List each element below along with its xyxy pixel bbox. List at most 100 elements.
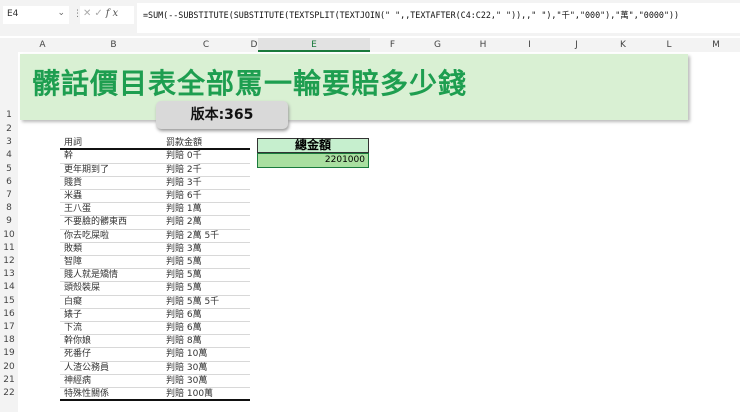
column-header-C[interactable]: C: [162, 38, 250, 52]
row-header-9[interactable]: 9: [0, 216, 18, 226]
word-cell[interactable]: 神經病: [64, 375, 91, 388]
table-row: 賤貨 判賠 3千: [60, 177, 250, 190]
table-row: 婊子 判賠 6萬: [60, 309, 250, 322]
amount-cell[interactable]: 判賠 6萬: [166, 309, 202, 322]
row-header-4[interactable]: 4: [0, 150, 18, 160]
word-cell[interactable]: 白癡: [64, 296, 82, 309]
table-row: 不要臉的髒東西 判賠 2萬: [60, 216, 250, 230]
word-cell[interactable]: 死番仔: [64, 348, 91, 361]
table-row: 賤人就是矯情 判賠 5萬: [60, 269, 250, 283]
table-row: 更年期到了 判賠 2千: [60, 164, 250, 177]
table-row: 智障 判賠 5萬: [60, 256, 250, 270]
word-cell[interactable]: 你去吃屎啦: [64, 230, 109, 243]
row-header-15[interactable]: 15: [0, 296, 18, 306]
table-row: 死番仔 判賠 10萬: [60, 348, 250, 362]
amount-cell[interactable]: 判賠 5萬: [166, 282, 202, 295]
column-header-I[interactable]: I: [506, 38, 553, 52]
table-row: 你去吃屎啦 判賠 2萬 5千: [60, 230, 250, 243]
column-header-G[interactable]: G: [415, 38, 460, 52]
word-cell[interactable]: 特殊性關係: [64, 388, 109, 401]
row-header-12[interactable]: 12: [0, 256, 18, 266]
confirm-icon[interactable]: ✓: [94, 8, 105, 19]
row-header-13[interactable]: 13: [0, 269, 18, 279]
column-header-J[interactable]: J: [553, 38, 600, 52]
row-header-6[interactable]: 6: [0, 177, 18, 187]
amount-cell[interactable]: 判賠 2萬 5千: [166, 230, 219, 243]
column-header-D[interactable]: D: [250, 38, 258, 52]
table-row: 人渣公務員 判賠 30萬: [60, 362, 250, 375]
column-header-M[interactable]: M: [692, 38, 740, 52]
word-cell[interactable]: 米蟲: [64, 190, 82, 203]
word-cell[interactable]: 賤貨: [64, 177, 82, 190]
amount-cell[interactable]: 判賠 5萬: [166, 256, 202, 269]
row-header-8[interactable]: 8: [0, 203, 18, 213]
column-header-H[interactable]: H: [460, 38, 506, 52]
table-row: 王八蛋 判賠 1萬: [60, 203, 250, 217]
word-cell[interactable]: 幹你娘: [64, 335, 91, 348]
word-cell[interactable]: 智障: [64, 256, 82, 269]
row-header-16[interactable]: 16: [0, 309, 18, 319]
amount-cell[interactable]: 判賠 1萬: [166, 203, 202, 216]
row-header-11[interactable]: 11: [0, 243, 18, 253]
row-header-22[interactable]: 22: [0, 388, 18, 398]
amount-cell[interactable]: 判賠 2萬: [166, 216, 202, 229]
amount-cell[interactable]: 判賠 5萬 5千: [166, 296, 219, 309]
row-header-10[interactable]: 10: [0, 230, 18, 240]
table-row: 神經病 判賠 30萬: [60, 375, 250, 388]
page-title: 髒話價目表全部罵一輪要賠多少錢: [32, 67, 468, 100]
table-row: 白癡 判賠 5萬 5千: [60, 296, 250, 309]
row-header-3[interactable]: 3: [0, 137, 18, 147]
amount-cell[interactable]: 判賠 30萬: [166, 362, 207, 375]
amount-cell[interactable]: 判賠 8萬: [166, 335, 202, 348]
word-cell[interactable]: 下流: [64, 322, 82, 335]
amount-cell[interactable]: 判賠 100萬: [166, 388, 213, 401]
row-header-17[interactable]: 17: [0, 322, 18, 332]
amount-cell[interactable]: 判賠 2千: [166, 164, 202, 177]
word-cell[interactable]: 敗類: [64, 243, 82, 256]
total-value-cell[interactable]: 2201000: [257, 153, 369, 168]
row-header-21[interactable]: 21: [0, 375, 18, 385]
name-box[interactable]: E4 ⌄: [3, 6, 69, 24]
row-header-2[interactable]: 2: [0, 124, 18, 134]
row-header-18[interactable]: 18: [0, 335, 18, 345]
column-header-F[interactable]: F: [370, 38, 415, 52]
column-header-A[interactable]: A: [20, 38, 65, 52]
row-header-20[interactable]: 20: [0, 362, 18, 372]
amount-cell[interactable]: 判賠 6千: [166, 190, 202, 203]
word-cell[interactable]: 婊子: [64, 309, 82, 322]
amount-cell[interactable]: 判賠 0千: [166, 150, 202, 163]
word-cell[interactable]: 賤人就是矯情: [64, 269, 118, 282]
column-header-B[interactable]: B: [65, 38, 162, 52]
total-label: 總金額: [257, 138, 369, 153]
column-header-L[interactable]: L: [646, 38, 692, 52]
formula-input[interactable]: =SUM(--SUBSTITUTE(SUBSTITUTE(TEXTSPLIT(T…: [137, 3, 740, 33]
table-row: 幹你娘 判賠 8萬: [60, 335, 250, 349]
version-badge: 版本:365: [156, 101, 288, 129]
formula-buttons: ✕✓fx: [80, 6, 134, 24]
word-cell[interactable]: 更年期到了: [64, 164, 109, 177]
cancel-icon[interactable]: ✕: [83, 8, 94, 19]
insert-function-icon[interactable]: fx: [106, 8, 121, 19]
amount-cell[interactable]: 判賠 30萬: [166, 375, 207, 388]
amount-cell[interactable]: 判賠 3千: [166, 177, 202, 190]
column-header-K[interactable]: K: [600, 38, 646, 52]
amount-cell[interactable]: 罰款金額: [166, 137, 202, 150]
row-header-1[interactable]: 1: [0, 110, 18, 120]
word-cell[interactable]: 頭殼裝屎: [64, 282, 100, 295]
word-cell[interactable]: 不要臉的髒東西: [64, 216, 127, 229]
word-cell[interactable]: 幹: [64, 150, 73, 163]
word-cell[interactable]: 人渣公務員: [64, 362, 109, 375]
row-header-7[interactable]: 7: [0, 190, 18, 200]
row-header-19[interactable]: 19: [0, 348, 18, 358]
amount-cell[interactable]: 判賠 3萬: [166, 243, 202, 256]
row-header-5[interactable]: 5: [0, 164, 18, 174]
amount-cell[interactable]: 判賠 6萬: [166, 322, 202, 335]
chevron-down-icon[interactable]: ⌄: [57, 8, 65, 18]
amount-cell[interactable]: 判賠 5萬: [166, 269, 202, 282]
row-header-14[interactable]: 14: [0, 282, 18, 292]
word-cell[interactable]: 用詞: [64, 137, 82, 150]
column-header-E[interactable]: E: [258, 38, 370, 52]
amount-cell[interactable]: 判賠 10萬: [166, 348, 207, 361]
name-box-value: E4: [7, 9, 19, 19]
word-cell[interactable]: 王八蛋: [64, 203, 91, 216]
